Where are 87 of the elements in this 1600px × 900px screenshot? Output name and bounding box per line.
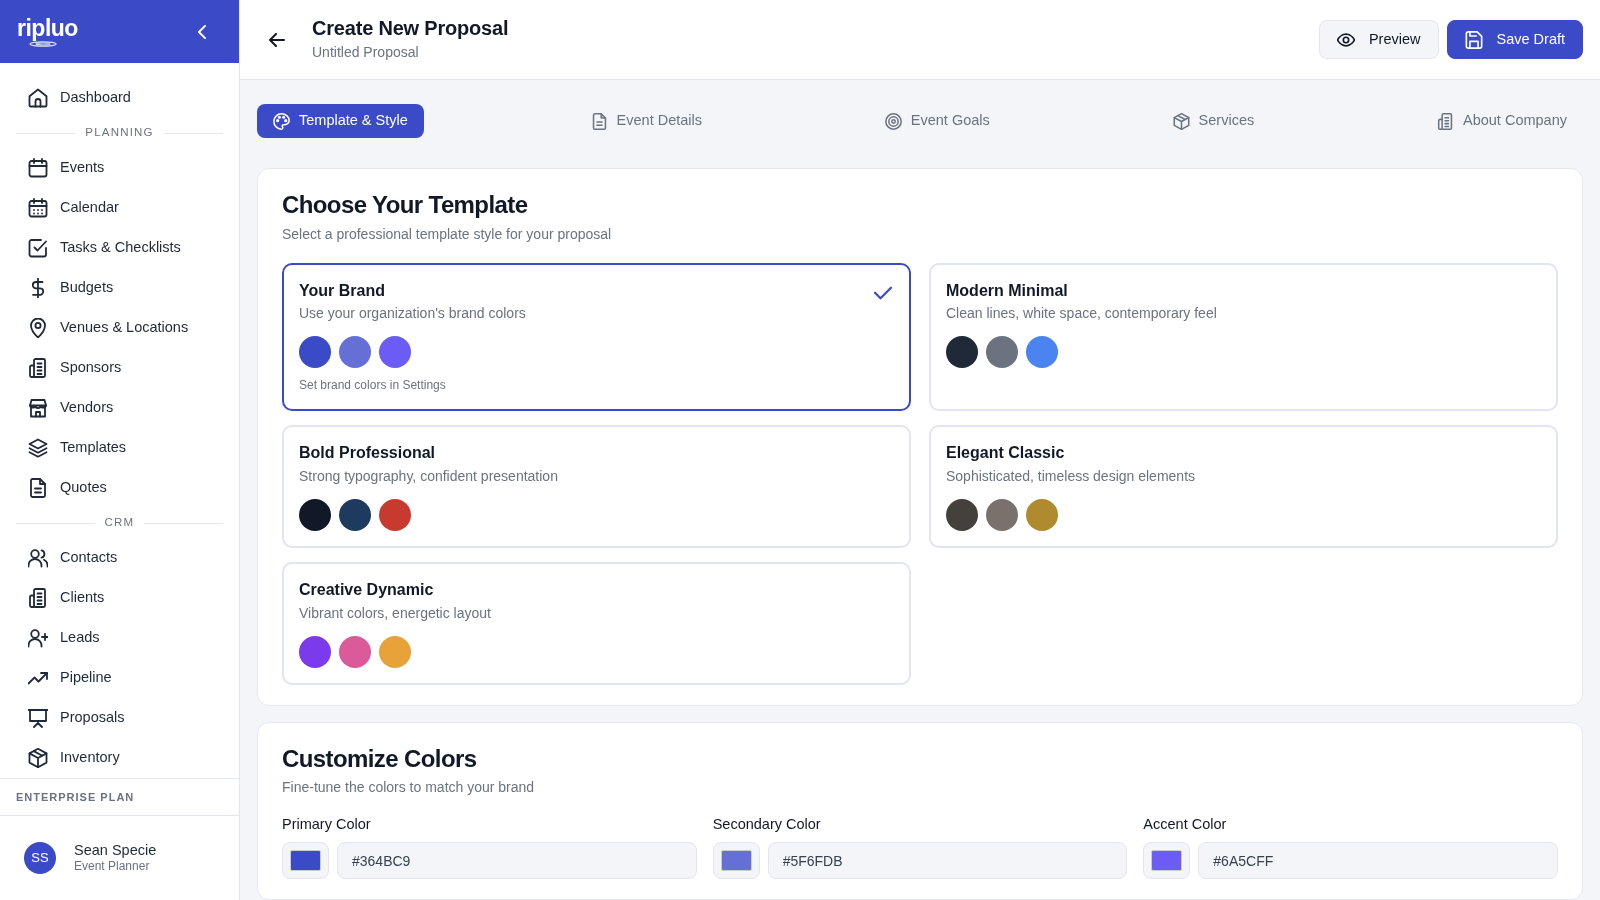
template-description: Vibrant colors, energetic layout: [299, 603, 491, 623]
save-icon: [1464, 30, 1483, 49]
color-picker[interactable]: [1143, 842, 1191, 880]
template-card[interactable]: Elegant Classic Sophisticated, timeless design elements: [929, 425, 1558, 548]
section-heading: PLANNING: [85, 125, 154, 141]
section-heading: CRM: [104, 515, 135, 531]
sidebar-item[interactable]: Templates: [0, 428, 239, 468]
building-icon: [1437, 112, 1454, 130]
sidebar-item[interactable]: Sponsors: [0, 348, 239, 388]
ripple-icon: [28, 40, 58, 47]
calendar-icon: [28, 198, 48, 218]
template-name: Bold Professional: [299, 443, 437, 464]
field-label: Secondary Color: [712, 815, 822, 835]
users-icon: [28, 548, 48, 568]
section-title: Choose Your Template: [282, 191, 529, 220]
store-icon: [28, 398, 48, 418]
sidebar-item[interactable]: Budgets: [0, 268, 239, 308]
color-picker[interactable]: [712, 842, 760, 880]
sidebar-item[interactable]: Events: [0, 148, 239, 188]
sidebar-item[interactable]: Vendors: [0, 388, 239, 428]
save-draft-button[interactable]: Save Draft: [1446, 20, 1583, 59]
check-square-icon: [28, 238, 48, 258]
checkmark-icon: [874, 285, 892, 300]
template-description: Clean lines, white space, contemporary feel: [946, 304, 1217, 324]
arrow-left-icon: [269, 32, 285, 47]
color-picker[interactable]: [282, 842, 329, 880]
logo-text: ripluo: [17, 16, 78, 40]
document-icon: [590, 112, 608, 130]
sidebar-item[interactable]: Pipeline: [0, 658, 239, 698]
hex-input-field[interactable]: #5F6FDB: [767, 842, 1128, 880]
sidebar-item[interactable]: Inventory: [0, 738, 239, 778]
sidebar-item[interactable]: Contacts: [0, 538, 239, 578]
field-label: Accent Color: [1143, 815, 1228, 835]
palette-icon: [273, 112, 290, 130]
template-card[interactable]: Modern Minimal Clean lines, white space, contemporary feel: [929, 262, 1558, 412]
page-title: Create New Proposal: [312, 16, 510, 40]
user-plus-icon: [28, 628, 48, 648]
map-pin-icon: [28, 318, 48, 338]
template-note: Set brand colors in Settings: [299, 377, 447, 395]
document-icon: [28, 478, 48, 498]
template-description: Strong typography, confident presentation: [299, 467, 558, 486]
house-icon: [28, 88, 48, 108]
template-card[interactable]: Creative Dynamic Vibrant colors, energetic layout: [282, 562, 911, 685]
sidebar-item[interactable]: Tasks & Checklists: [0, 228, 239, 268]
tab[interactable]: Event Goals: [868, 104, 1006, 138]
sidebar-item[interactable]: Proposals: [0, 698, 239, 738]
template-name: Creative Dynamic: [299, 580, 435, 600]
calendar-icon: [28, 158, 48, 178]
user-role: Event Planner: [74, 858, 151, 875]
template-description: Use your organization's brand colors: [299, 304, 526, 324]
field-label: Primary Color: [282, 815, 372, 835]
presentation-board-icon: [28, 708, 48, 728]
tab[interactable]: Template & Style: [257, 104, 424, 138]
user-name: Sean Specie: [74, 841, 157, 859]
tab[interactable]: About Company: [1421, 104, 1583, 138]
section-subtitle: Fine-tune the colors to match your brand: [282, 778, 536, 798]
user-avatar: SS: [24, 842, 56, 874]
building-icon: [28, 588, 48, 608]
tab[interactable]: Services: [1156, 104, 1271, 138]
template-description: Sophisticated, timeless design elements: [946, 467, 1196, 486]
eye-icon: [1336, 30, 1355, 49]
sidebar-item[interactable]: Quotes: [0, 468, 239, 508]
template-name: Your Brand: [299, 280, 386, 301]
sidebar-item[interactable]: Dashboard: [0, 78, 239, 118]
section-title: Customize Colors: [282, 744, 478, 774]
sidebar-item[interactable]: Calendar: [0, 188, 239, 228]
hex-input-field[interactable]: #364BC9: [337, 842, 697, 880]
template-card[interactable]: Bold Professional Strong typography, confident presentation: [282, 425, 911, 548]
sidebar-item[interactable]: Leads: [0, 618, 239, 658]
template-name: Elegant Classic: [946, 443, 1066, 464]
sidebar-item[interactable]: Venues & Locations: [0, 308, 239, 348]
tab[interactable]: Event Details: [574, 104, 719, 138]
building-icon: [28, 358, 48, 378]
plan-label: ENTERPRISE PLAN: [16, 789, 135, 805]
hex-input-field[interactable]: #6A5CFF: [1198, 842, 1558, 880]
template-name: Modern Minimal: [946, 280, 1069, 301]
sidebar-item[interactable]: Clients: [0, 578, 239, 618]
chevron-left-icon: [195, 24, 209, 39]
collapse-sidebar-button[interactable]: [195, 24, 209, 39]
target-icon: [884, 112, 902, 130]
layers-icon: [28, 438, 48, 458]
template-card[interactable]: Your Brand Use your organization's brand colors Set brand colors in Settings: [282, 262, 911, 412]
box-icon: [1172, 112, 1190, 130]
page-subtitle: Untitled Proposal: [312, 43, 420, 62]
preview-button[interactable]: Preview: [1318, 20, 1439, 59]
section-subtitle: Select a professional template style for your proposal: [282, 224, 613, 244]
box-icon: [28, 748, 48, 768]
